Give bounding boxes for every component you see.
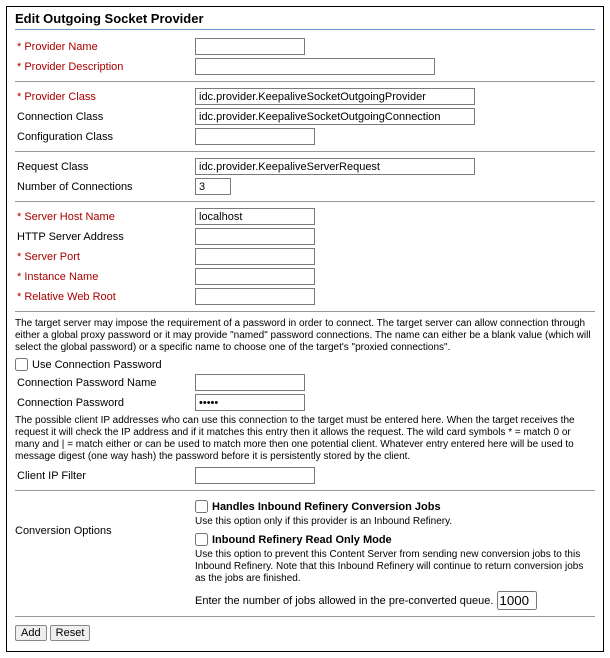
page-title: Edit Outgoing Socket Provider [15,11,595,30]
ipfilter-description: The possible client IP addresses who can… [15,415,595,463]
use-connection-password-checkbox[interactable] [15,358,28,371]
server-port-input[interactable] [195,248,315,265]
request-class-label: Request Class [15,161,195,173]
client-ip-filter-label: Client IP Filter [15,470,195,482]
readonly-mode-desc: Use this option to prevent this Content … [195,549,595,585]
configuration-class-input[interactable] [195,128,315,145]
instance-name-input[interactable] [195,268,315,285]
queue-input[interactable] [497,591,537,610]
separator [15,151,595,152]
handles-inbound-desc: Use this option only if this provider is… [195,516,595,528]
readonly-mode-checkbox[interactable] [195,533,208,546]
server-host-label: * Server Host Name [15,211,195,223]
request-class-input[interactable] [195,158,475,175]
separator [15,81,595,82]
use-connection-password-label: Use Connection Password [32,359,162,371]
provider-name-input[interactable] [195,38,305,55]
provider-class-label: * Provider Class [15,91,195,103]
server-port-label: * Server Port [15,251,195,263]
form-frame: Edit Outgoing Socket Provider * Provider… [6,6,604,652]
provider-class-input[interactable] [195,88,475,105]
provider-description-label: * Provider Description [15,61,195,73]
http-server-address-input[interactable] [195,228,315,245]
configuration-class-label: Configuration Class [15,131,195,143]
provider-description-input[interactable] [195,58,435,75]
num-connections-label: Number of Connections [15,181,195,193]
connection-password-input[interactable] [195,394,305,411]
add-button[interactable]: Add [15,625,47,641]
server-host-input[interactable] [195,208,315,225]
readonly-mode-label: Inbound Refinery Read Only Mode [212,534,392,546]
proxy-description: The target server may impose the require… [15,318,595,354]
num-connections-input[interactable] [195,178,231,195]
conversion-options-label: Conversion Options [15,497,195,610]
connection-class-input[interactable] [195,108,475,125]
instance-name-label: * Instance Name [15,271,195,283]
separator [15,616,595,617]
connection-password-name-input[interactable] [195,374,305,391]
handles-inbound-checkbox[interactable] [195,500,208,513]
http-server-address-label: HTTP Server Address [15,231,195,243]
relative-web-root-input[interactable] [195,288,315,305]
reset-button[interactable]: Reset [50,625,91,641]
relative-web-root-label: * Relative Web Root [15,291,195,303]
separator [15,311,595,312]
handles-inbound-label: Handles Inbound Refinery Conversion Jobs [212,501,441,513]
separator [15,201,595,202]
connection-password-label: Connection Password [15,397,195,409]
connection-password-name-label: Connection Password Name [15,377,195,389]
provider-name-label: * Provider Name [15,41,195,53]
queue-label: Enter the number of jobs allowed in the … [195,595,493,607]
client-ip-filter-input[interactable] [195,467,315,484]
connection-class-label: Connection Class [15,111,195,123]
separator [15,490,595,491]
